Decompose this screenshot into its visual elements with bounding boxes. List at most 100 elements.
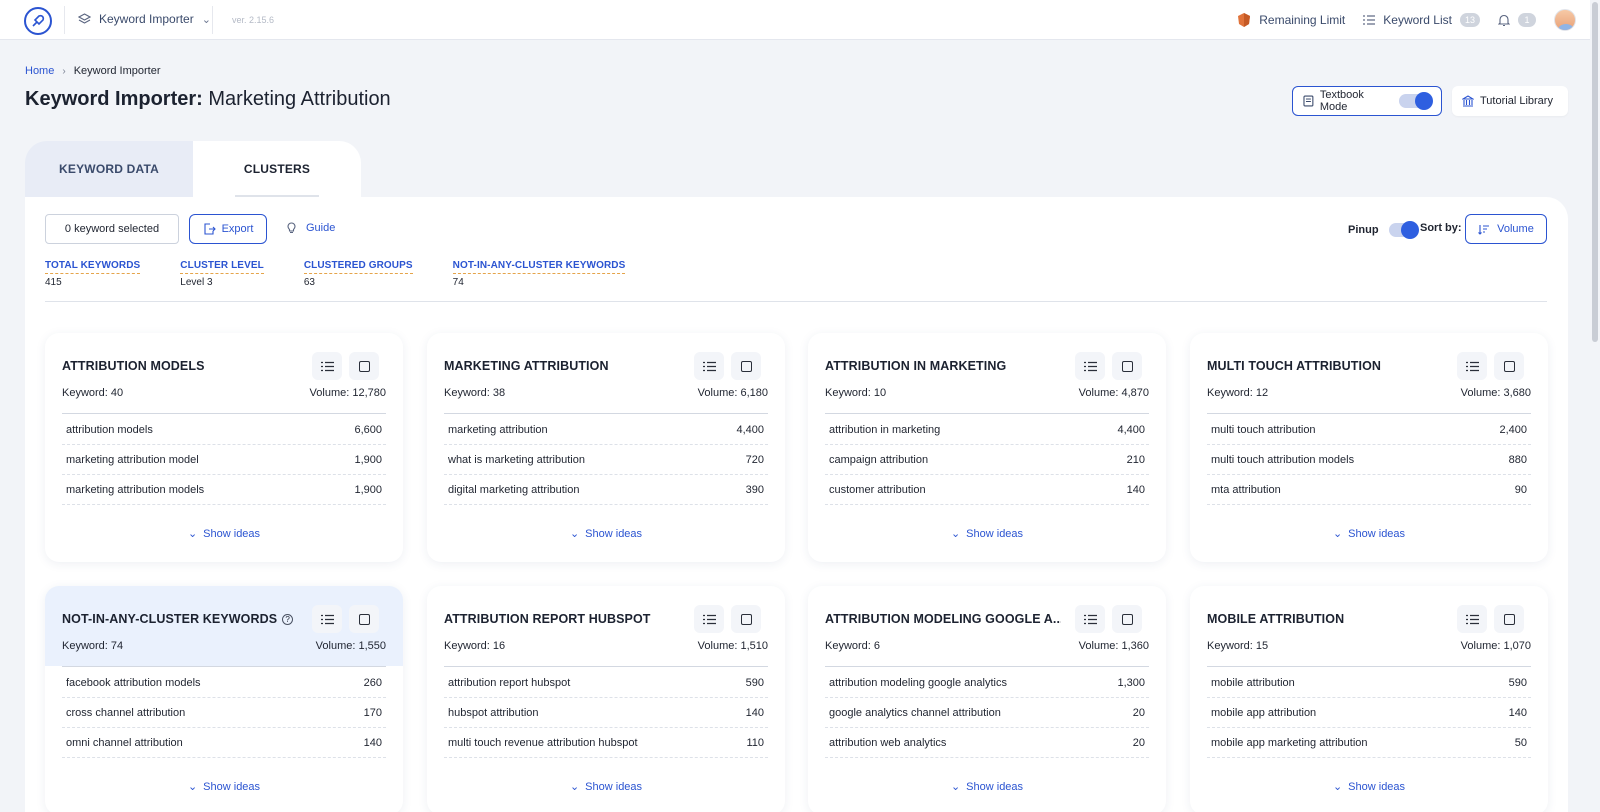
help-icon[interactable]: ? [282, 613, 294, 625]
view-keywords-button[interactable] [1075, 605, 1105, 633]
keyword-row[interactable]: multi touch revenue attribution hubspot 1… [444, 728, 768, 758]
keyword-volume: 20 [1132, 706, 1145, 719]
keyword-row[interactable]: mobile app marketing attribution 50 [1207, 728, 1531, 758]
show-ideas-button[interactable]: ⌄ Show ideas [45, 527, 403, 541]
tab-clusters-label: CLUSTERS [243, 162, 311, 176]
keyword-row[interactable]: multi touch attribution models 880 [1207, 445, 1531, 475]
chevron-down-icon: ⌄ [187, 528, 198, 540]
keyword-row[interactable]: marketing attribution 4,400 [444, 415, 768, 445]
user-avatar[interactable] [1554, 9, 1576, 31]
list-icon [1465, 361, 1479, 371]
view-keywords-button[interactable] [1075, 352, 1105, 380]
keyword-row[interactable]: facebook attribution models 260 [62, 668, 386, 698]
show-ideas-button[interactable]: ⌄ Show ideas [808, 780, 1166, 794]
keyword-row[interactable]: attribution models 6,600 [62, 415, 386, 445]
keyword-row[interactable]: multi touch attribution 2,400 [1207, 415, 1531, 445]
stat-label[interactable]: NOT-IN-ANY-CLUSTER KEYWORDS [452, 260, 626, 274]
textbook-mode-switch[interactable] [1399, 92, 1433, 110]
select-cluster-checkbox[interactable] [1494, 605, 1524, 633]
keyword-row[interactable]: mta attribution 90 [1207, 475, 1531, 505]
pinup-switch[interactable] [1388, 221, 1419, 239]
project-switcher[interactable]: Keyword Importer ⌄ [78, 12, 211, 26]
show-ideas-button[interactable]: ⌄ Show ideas [1190, 780, 1548, 794]
show-ideas-button[interactable]: ⌄ Show ideas [45, 780, 403, 794]
sort-volume-button[interactable]: Volume [1465, 214, 1547, 244]
rocket-icon [32, 14, 45, 27]
show-ideas-button[interactable]: ⌄ Show ideas [1190, 527, 1548, 541]
cluster-meta: Keyword: 16 Volume: 1,510 [444, 640, 768, 652]
view-keywords-button[interactable] [1457, 605, 1487, 633]
view-keywords-button[interactable] [694, 352, 724, 380]
view-keywords-button[interactable] [1457, 352, 1487, 380]
show-ideas-button[interactable]: ⌄ Show ideas [427, 780, 785, 794]
chevron-right-icon: › [62, 65, 66, 77]
keyword-row[interactable]: google analytics channel attribution 20 [825, 698, 1149, 728]
select-cluster-checkbox[interactable] [349, 605, 379, 633]
keyword-row[interactable]: attribution report hubspot 590 [444, 668, 768, 698]
keyword-row[interactable]: what is marketing attribution 720 [444, 445, 768, 475]
select-cluster-checkbox[interactable] [731, 352, 761, 380]
pinup-toggle[interactable]: Pinup [1348, 221, 1419, 239]
stat-label[interactable]: CLUSTERED GROUPS [303, 260, 413, 274]
cluster-card: ATTRIBUTION MODELS Keyword: 40 Volume: 12,… [45, 333, 403, 562]
keyword-row[interactable]: digital marketing attribution 390 [444, 475, 768, 505]
stat-label[interactable]: TOTAL KEYWORDS [45, 260, 141, 274]
keyword-volume: 1,900 [354, 483, 382, 496]
keyword-row[interactable]: cross channel attribution 170 [62, 698, 386, 728]
textbook-mode-toggle[interactable]: Textbook Mode [1292, 86, 1442, 116]
keyword-row[interactable]: attribution modeling google analytics 1,3… [825, 668, 1149, 698]
app-logo[interactable] [24, 7, 52, 35]
cluster-keyword-list: attribution report hubspot 590 hubspot att… [444, 668, 768, 758]
select-cluster-checkbox[interactable] [1112, 605, 1142, 633]
remaining-limit-button[interactable]: Remaining Limit [1237, 12, 1345, 28]
breadcrumb-home[interactable]: Home [25, 65, 54, 77]
select-cluster-checkbox[interactable] [1112, 352, 1142, 380]
view-keywords-button[interactable] [312, 605, 342, 633]
page-title-bold: Keyword Importer: [25, 88, 203, 110]
keyword-list-button[interactable]: Keyword List 13 [1363, 13, 1480, 27]
keyword-row[interactable]: marketing attribution model 1,900 [62, 445, 386, 475]
cluster-meta: Keyword: 10 Volume: 4,870 [825, 387, 1149, 399]
keyword-row[interactable]: mobile app attribution 140 [1207, 698, 1531, 728]
keyword-list-label: Keyword List [1383, 13, 1452, 27]
chevron-down-icon: ⌄ [950, 781, 961, 793]
cluster-card: ATTRIBUTION REPORT HUBSPOT Keyword: 16 Vol… [427, 586, 785, 812]
cluster-card-header: ATTRIBUTION MODELING GOOGLE A... Keyword:… [808, 586, 1166, 666]
select-cluster-checkbox[interactable] [349, 352, 379, 380]
notifications-button[interactable]: 1 [1498, 13, 1536, 27]
export-icon [204, 223, 216, 235]
select-cluster-checkbox[interactable] [731, 605, 761, 633]
selected-count: 0 keyword selected [45, 214, 179, 244]
keyword-volume: 170 [363, 706, 382, 719]
cluster-meta: Keyword: 38 Volume: 6,180 [444, 387, 768, 399]
keyword-row[interactable]: attribution in marketing 4,400 [825, 415, 1149, 445]
scrollbar-thumb[interactable] [1592, 2, 1598, 342]
keyword-volume: 90 [1514, 483, 1527, 496]
cluster-meta: Keyword: 6 Volume: 1,360 [825, 640, 1149, 652]
show-ideas-button[interactable]: ⌄ Show ideas [808, 527, 1166, 541]
cluster-keyword-count: Keyword: 10 [825, 387, 887, 399]
export-button[interactable]: Export [189, 214, 267, 244]
keyword-row[interactable]: omni channel attribution 140 [62, 728, 386, 758]
keyword-row[interactable]: marketing attribution models 1,900 [62, 475, 386, 505]
keyword-volume: 1,300 [1117, 676, 1145, 689]
tab-keyword-data[interactable]: KEYWORD DATA [25, 141, 193, 197]
show-ideas-button[interactable]: ⌄ Show ideas [427, 527, 785, 541]
view-keywords-button[interactable] [312, 352, 342, 380]
bank-icon [1462, 95, 1474, 107]
tab-clusters[interactable]: CLUSTERS [193, 141, 361, 197]
keyword-row[interactable]: campaign attribution 210 [825, 445, 1149, 475]
guide-button[interactable]: Guide [285, 221, 335, 234]
remaining-limit-label: Remaining Limit [1259, 13, 1346, 27]
stat-not-in-any-cluster: NOT-IN-ANY-CLUSTER KEYWORDS 74 [452, 257, 626, 288]
keyword-row[interactable]: attribution web analytics 20 [825, 728, 1149, 758]
cluster-keyword-list: marketing attribution 4,400 what is market… [444, 415, 768, 505]
view-keywords-button[interactable] [694, 605, 724, 633]
tutorial-library-button[interactable]: Tutorial Library [1452, 86, 1568, 116]
keyword-row[interactable]: mobile attribution 590 [1207, 668, 1531, 698]
cluster-title: ATTRIBUTION REPORT HUBSPOT [444, 612, 651, 626]
stat-label[interactable]: CLUSTER LEVEL [180, 260, 264, 274]
select-cluster-checkbox[interactable] [1494, 352, 1524, 380]
keyword-row[interactable]: customer attribution 140 [825, 475, 1149, 505]
keyword-row[interactable]: hubspot attribution 140 [444, 698, 768, 728]
